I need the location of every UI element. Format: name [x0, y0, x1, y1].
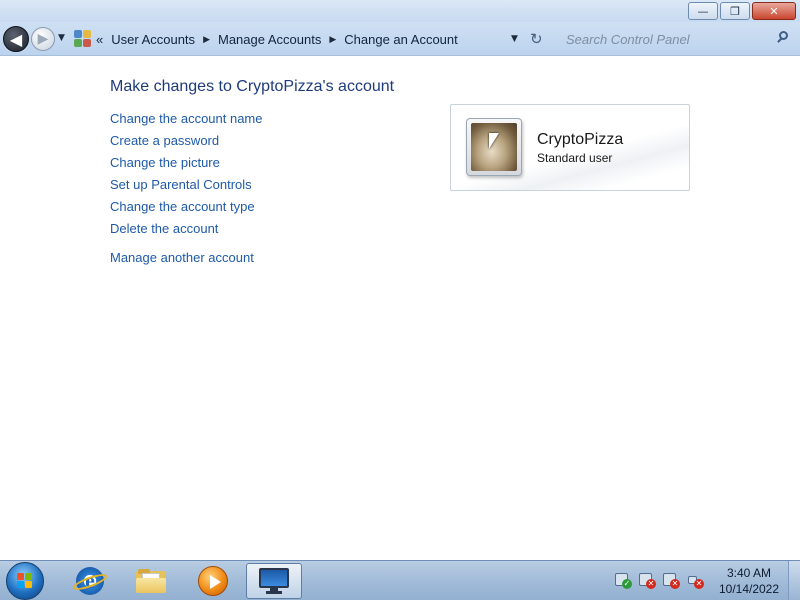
address-bar[interactable]: « User Accounts ▶ Manage Accounts ▶ Chan… [70, 26, 554, 52]
control-panel-icon [74, 30, 92, 48]
windows-logo-icon [17, 573, 33, 589]
search-icon[interactable] [776, 31, 790, 45]
main-content: Make changes to CryptoPizza's account Ch… [0, 57, 800, 560]
folder-icon [136, 569, 166, 593]
refresh-button[interactable]: ↻ [530, 30, 543, 48]
task-links: Change the account name Create a passwor… [110, 111, 263, 272]
taskbar-internet-explorer[interactable]: e [62, 563, 118, 599]
account-picture [471, 123, 517, 171]
caption-buttons: — ❐ ✕ [688, 2, 796, 20]
breadcrumb-separator-icon[interactable]: ▶ [329, 34, 336, 45]
manage-another-account-link[interactable]: Manage another account [110, 250, 263, 272]
clock-time: 3:40 AM [726, 566, 772, 580]
search-placeholder: Search Control Panel [566, 31, 690, 47]
change-account-name-link[interactable]: Change the account name [110, 111, 263, 133]
title-bar: — ❐ ✕ [0, 0, 800, 22]
page-title: Make changes to CryptoPizza's account [110, 78, 395, 95]
show-desktop-button[interactable] [788, 561, 800, 600]
mouse-cursor-icon [489, 133, 499, 149]
maximize-button[interactable]: ❐ [720, 2, 750, 20]
close-button[interactable]: ✕ [752, 2, 796, 20]
monitor-icon [258, 568, 290, 594]
avatar [466, 118, 522, 176]
recent-pages-button[interactable]: ▼ [58, 33, 65, 43]
taskbar-media-player[interactable] [185, 563, 241, 599]
ie-icon: e [71, 567, 109, 595]
clock-date: 10/14/2022 [718, 582, 780, 596]
address-dropdown-button[interactable]: ▼ [511, 34, 518, 44]
account-card: CryptoPizza Standard user [450, 104, 690, 191]
breadcrumb-manage-accounts[interactable]: Manage Accounts [218, 32, 321, 47]
parental-controls-link[interactable]: Set up Parental Controls [110, 177, 263, 199]
search-input[interactable]: Search Control Panel [556, 26, 796, 52]
breadcrumb-change-an-account[interactable]: Change an Account [344, 32, 457, 47]
back-button[interactable]: ◀ [3, 26, 29, 52]
minimize-button[interactable]: — [688, 2, 718, 20]
network-icon[interactable]: ✕ [638, 571, 656, 589]
media-player-icon [198, 566, 228, 596]
breadcrumb-separator-icon[interactable]: ▶ [203, 34, 210, 45]
breadcrumb-overflow-button[interactable]: « [96, 32, 103, 47]
taskbar: e ✓ ✕ ✕ ✕ 3:40 AM 10/14/2022 [0, 560, 800, 600]
create-password-link[interactable]: Create a password [110, 133, 263, 155]
taskbar-windows-explorer[interactable] [123, 563, 179, 599]
account-type: Standard user [537, 151, 613, 165]
navigation-bar: ◀ ▶ ▼ « User Accounts ▶ Manage Accounts … [0, 22, 800, 56]
account-name: CryptoPizza [537, 131, 624, 148]
change-picture-link[interactable]: Change the picture [110, 155, 263, 177]
delete-account-link[interactable]: Delete the account [110, 221, 263, 243]
forward-button[interactable]: ▶ [31, 27, 55, 51]
change-account-type-link[interactable]: Change the account type [110, 199, 263, 221]
system-tray: ✓ ✕ ✕ ✕ [614, 571, 704, 589]
network-adapter-icon[interactable]: ✕ [662, 571, 680, 589]
volume-muted-icon[interactable]: ✕ [686, 571, 704, 589]
breadcrumb-user-accounts[interactable]: User Accounts [111, 32, 195, 47]
system-clock[interactable]: 3:40 AM 10/14/2022 [713, 565, 785, 597]
action-center-icon[interactable]: ✓ [614, 571, 632, 589]
start-button[interactable] [6, 562, 44, 600]
taskbar-control-panel[interactable] [246, 563, 302, 599]
